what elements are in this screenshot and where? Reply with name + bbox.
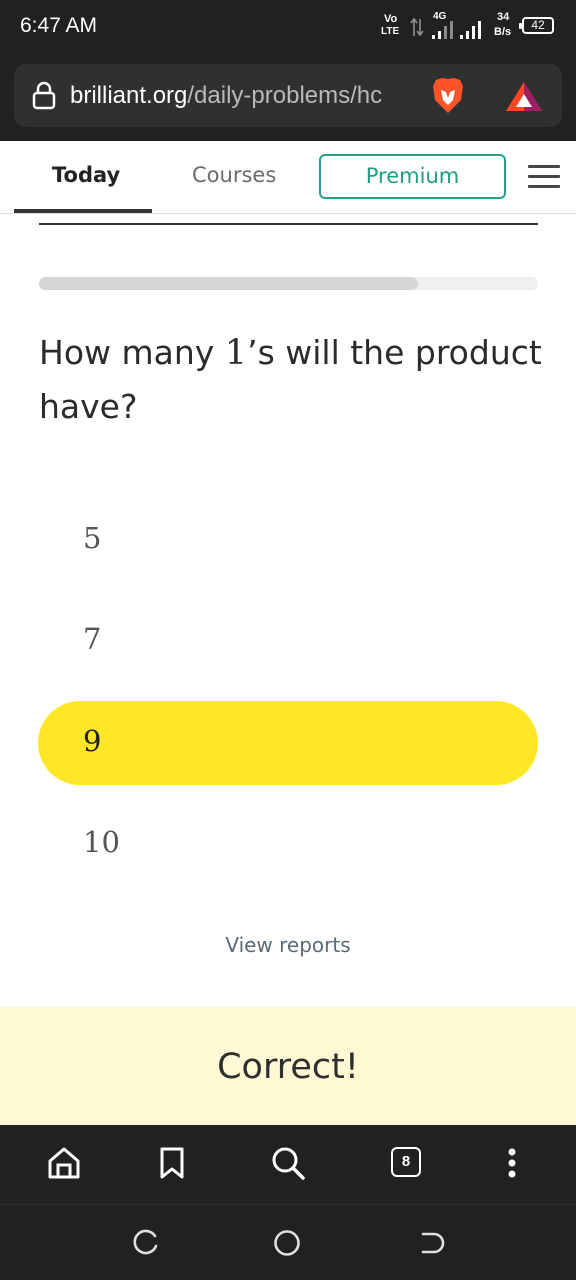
more-icon[interactable]: [492, 1143, 532, 1183]
lock-icon[interactable]: [31, 80, 57, 110]
brave-lion-icon[interactable]: [430, 76, 466, 116]
answer-option[interactable]: 7: [38, 599, 538, 683]
answer-option[interactable]: 5: [38, 498, 538, 582]
progress-fill: [39, 277, 419, 290]
feedback-banner: Correct!: [0, 1007, 576, 1125]
tabs-icon[interactable]: 8: [391, 1147, 421, 1177]
question-prefix: How many: [39, 333, 225, 372]
volte-label-top: Vo: [384, 13, 398, 25]
answer-option[interactable]: 10: [38, 802, 538, 886]
browser-address-bar: brilliant.org/daily-problems/hc: [0, 52, 576, 141]
url-field[interactable]: brilliant.org/daily-problems/hc: [14, 64, 562, 127]
premium-button[interactable]: Premium: [319, 154, 506, 199]
active-tab-indicator: [14, 209, 152, 213]
speed-unit: B/s: [494, 26, 512, 38]
view-reports-link[interactable]: View reports: [0, 933, 576, 957]
status-bar: 6:47 AM Vo LTE 4G 34 B/s 42: [0, 0, 576, 52]
signal-icon: [432, 21, 481, 39]
url-domain: brilliant.org: [70, 82, 188, 109]
question-math: 1: [224, 333, 248, 373]
speed-value: 34: [497, 11, 510, 23]
brave-rewards-triangle-icon[interactable]: [504, 78, 544, 114]
answer-option-label: 7: [83, 622, 102, 656]
question-text: How many 1’s will the product have?: [39, 326, 544, 434]
content-divider: [39, 223, 538, 225]
answer-option-label: 5: [83, 521, 102, 555]
answer-option-label: 9: [83, 724, 102, 758]
tab-today[interactable]: Today: [52, 163, 120, 187]
battery-level: 42: [531, 18, 545, 32]
tab-courses[interactable]: Courses: [192, 163, 276, 187]
data-arrows-icon: [410, 17, 424, 37]
url-path: /daily-problems/hc: [187, 82, 383, 109]
search-icon[interactable]: [268, 1143, 308, 1183]
answer-option-label: 10: [83, 825, 120, 859]
home-circle-icon[interactable]: [270, 1226, 304, 1260]
home-icon[interactable]: [44, 1143, 84, 1183]
url-text[interactable]: brilliant.org/daily-problems/hc: [70, 82, 426, 112]
feedback-text: Correct!: [217, 1047, 359, 1087]
bookmark-icon[interactable]: [152, 1143, 192, 1183]
status-time: 6:47 AM: [20, 14, 98, 37]
site-navigation: Today Courses Premium: [0, 141, 576, 214]
battery-icon: 42: [519, 17, 554, 34]
volte-label-bottom: LTE: [381, 26, 400, 37]
back-icon[interactable]: [414, 1226, 448, 1260]
progress-bar: [39, 277, 538, 290]
nav-divider: [0, 1204, 576, 1205]
system-navigation-bar: [0, 1204, 576, 1280]
recents-icon[interactable]: [128, 1226, 162, 1260]
browser-toolbar: 8: [0, 1125, 576, 1204]
question-apostrophe: ’s: [247, 333, 275, 372]
hamburger-menu-icon[interactable]: [528, 163, 560, 191]
answer-option-selected[interactable]: 9: [38, 701, 538, 785]
